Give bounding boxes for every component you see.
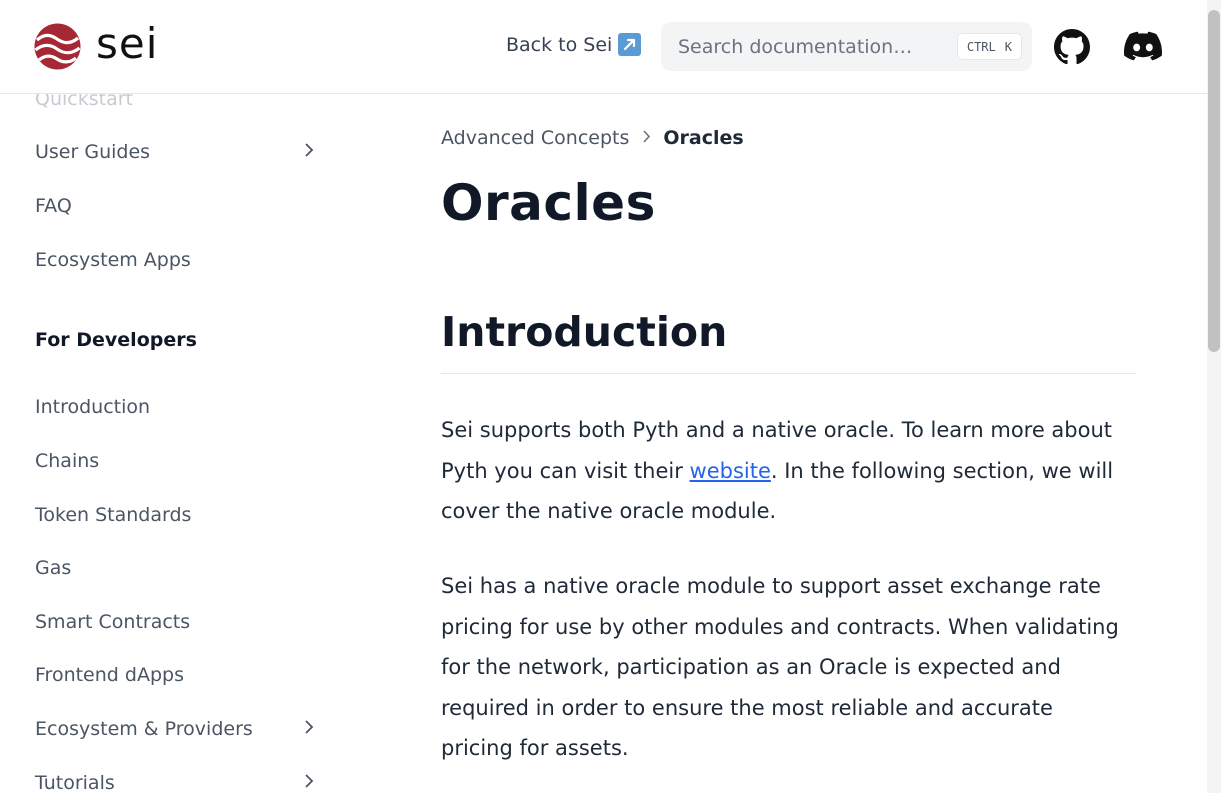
sidebar-item-tutorials[interactable]: Tutorials: [35, 768, 320, 793]
page-scrollbar-thumb[interactable]: [1208, 10, 1220, 352]
external-arrow-icon: [618, 33, 642, 56]
breadcrumb-current: Oracles: [663, 127, 744, 149]
breadcrumb: Advanced Concepts Oracles: [441, 127, 744, 149]
sidebar-item-label: Introduction: [35, 396, 151, 418]
back-to-sei-label: Back to Sei: [506, 33, 613, 56]
sidebar-item-label: Smart Contracts: [35, 611, 191, 633]
search-box[interactable]: CTRL K: [661, 22, 1032, 71]
sidebar-item-chains[interactable]: Chains: [35, 446, 320, 476]
sidebar-item-user-guides[interactable]: User Guides: [35, 137, 320, 167]
docs-sidebar: Quickstart User Guides FAQ Ecosystem App…: [0, 94, 340, 793]
github-icon[interactable]: [1054, 29, 1090, 65]
sidebar-item-smart-contracts[interactable]: Smart Contracts: [35, 607, 320, 637]
sei-logo[interactable]: sei: [34, 21, 158, 71]
sidebar-item-frontend-dapps[interactable]: Frontend dApps: [35, 660, 320, 690]
discord-icon[interactable]: [1124, 30, 1162, 62]
chevron-right-icon: [304, 719, 314, 739]
sidebar-item-label: FAQ: [35, 195, 72, 217]
sidebar-item-label: Token Standards: [35, 504, 192, 526]
sidebar-item-quickstart[interactable]: Quickstart: [35, 94, 320, 114]
back-to-sei-link[interactable]: Back to Sei: [506, 33, 642, 56]
section-heading: Introduction: [441, 308, 728, 356]
breadcrumb-advanced-concepts[interactable]: Advanced Concepts: [441, 127, 629, 149]
sidebar-item-gas[interactable]: Gas: [35, 553, 320, 583]
sidebar-item-label: Ecosystem & Providers: [35, 718, 253, 740]
top-navbar: sei Back to Sei CTRL K: [0, 0, 1207, 94]
sidebar-item-label: Gas: [35, 557, 72, 579]
sidebar-item-faq[interactable]: FAQ: [35, 191, 320, 221]
logo-text: sei: [96, 19, 159, 68]
sidebar-item-token-standards[interactable]: Token Standards: [35, 500, 320, 530]
chevron-right-icon: [642, 129, 651, 148]
sidebar-item-ecosystem-providers[interactable]: Ecosystem & Providers: [35, 714, 320, 744]
shortcut-ctrl: CTRL: [966, 39, 996, 54]
sidebar-item-label: User Guides: [35, 141, 151, 163]
shortcut-key: K: [1004, 39, 1012, 54]
search-shortcut-hint: CTRL K: [956, 33, 1022, 60]
sidebar-item-label: Ecosystem Apps: [35, 249, 191, 271]
sidebar-item-label: Tutorials: [35, 772, 115, 793]
heading-divider: [441, 373, 1136, 374]
sidebar-item-label: Frontend dApps: [35, 664, 184, 686]
chevron-right-icon: [304, 142, 314, 162]
page-title: Oracles: [441, 174, 656, 232]
sidebar-item-label: Chains: [35, 450, 100, 472]
sidebar-item-ecosystem-apps[interactable]: Ecosystem Apps: [35, 245, 320, 275]
sidebar-item-label: Quickstart: [35, 94, 133, 110]
sei-logo-icon: [34, 23, 81, 69]
chevron-right-icon: [304, 773, 314, 793]
sidebar-item-introduction[interactable]: Introduction: [35, 392, 320, 422]
oracle-module-paragraph: Sei has a native oracle module to suppor…: [441, 574, 1119, 761]
sidebar-section-heading: For Developers: [35, 329, 197, 351]
intro-paragraph: Sei supports both Pyth and a native orac…: [441, 410, 1131, 532]
website-link[interactable]: website: [690, 459, 771, 483]
